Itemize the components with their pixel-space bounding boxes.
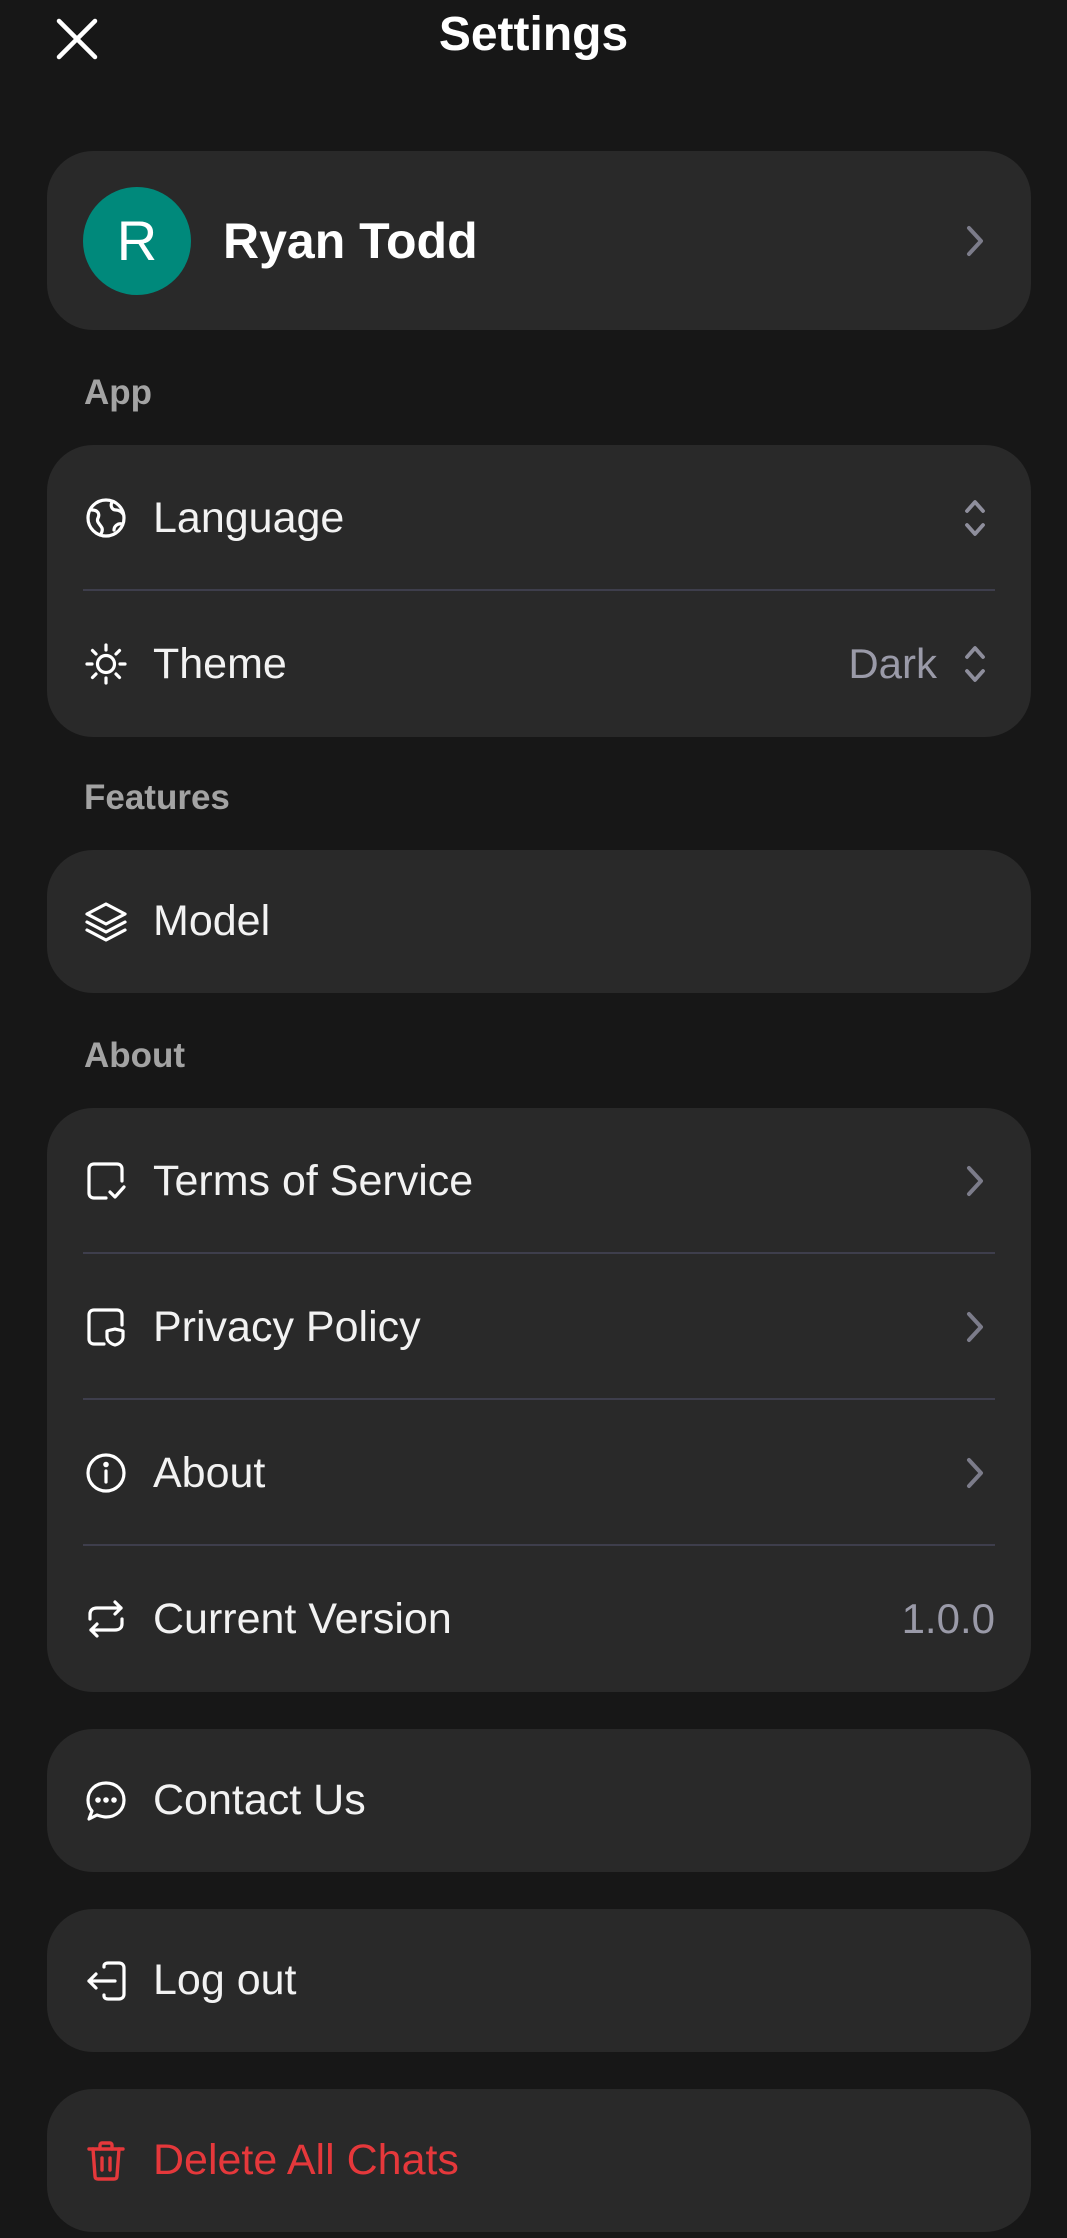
logout-icon <box>83 1958 129 2004</box>
header: Settings <box>0 0 1067 72</box>
sun-icon <box>83 641 129 687</box>
info-icon <box>83 1450 129 1496</box>
chat-bubble-icon <box>83 1778 129 1824</box>
page-title: Settings <box>438 8 629 61</box>
delete-all-chats-label: Delete All Chats <box>153 2136 459 2184</box>
version-value: 1.0.0 <box>901 1595 995 1642</box>
trash-icon <box>83 2138 129 2184</box>
globe-icon <box>83 495 129 541</box>
section-label-app: App <box>84 373 153 412</box>
chevron-updown-icon <box>955 498 995 538</box>
chevron-right-icon <box>955 1161 995 1201</box>
logout-label: Log out <box>153 1956 297 2004</box>
version-row: Current Version 1.0.0 <box>47 1546 1031 1692</box>
delete-card: Delete All Chats <box>47 2089 1031 2232</box>
section-label-about: About <box>84 1036 186 1075</box>
document-shield-icon <box>83 1304 129 1350</box>
repeat-icon <box>83 1596 129 1642</box>
section-label-features: Features <box>84 778 230 817</box>
profile-card[interactable]: R Ryan Todd <box>47 151 1031 330</box>
avatar: R <box>83 186 191 295</box>
delete-all-chats-row[interactable]: Delete All Chats <box>47 2089 1031 2232</box>
contact-row[interactable]: Contact Us <box>47 1729 1031 1872</box>
contact-card: Contact Us <box>47 1729 1031 1872</box>
features-card: Model <box>47 850 1031 993</box>
privacy-label: Privacy Policy <box>153 1302 421 1351</box>
logout-card: Log out <box>47 1909 1031 2052</box>
profile-name: Ryan Todd <box>223 212 478 269</box>
profile-row[interactable]: R Ryan Todd <box>47 151 1031 330</box>
model-row[interactable]: Model <box>47 850 1031 993</box>
language-row[interactable]: Language <box>47 445 1031 591</box>
privacy-row[interactable]: Privacy Policy <box>47 1254 1031 1400</box>
model-label: Model <box>153 897 271 945</box>
about-label: About <box>153 1448 266 1497</box>
about-card: Terms of Service Privacy Policy About Cu… <box>47 1108 1031 1692</box>
document-check-icon <box>83 1158 129 1204</box>
chevron-right-icon <box>955 1307 995 1347</box>
about-row[interactable]: About <box>47 1400 1031 1546</box>
contact-label: Contact Us <box>153 1776 366 1824</box>
version-label: Current Version <box>153 1594 452 1643</box>
theme-value: Dark <box>848 640 937 687</box>
chevron-updown-icon <box>955 644 995 684</box>
chevron-right-icon <box>955 1453 995 1493</box>
language-label: Language <box>153 493 345 542</box>
chevron-right-icon <box>955 221 995 261</box>
layers-icon <box>83 899 129 945</box>
terms-label: Terms of Service <box>153 1156 474 1205</box>
theme-row[interactable]: Theme Dark <box>47 591 1031 737</box>
terms-row[interactable]: Terms of Service <box>47 1108 1031 1254</box>
logout-row[interactable]: Log out <box>47 1909 1031 2052</box>
theme-label: Theme <box>153 639 287 688</box>
app-card: Language Theme Dark <box>47 445 1031 737</box>
